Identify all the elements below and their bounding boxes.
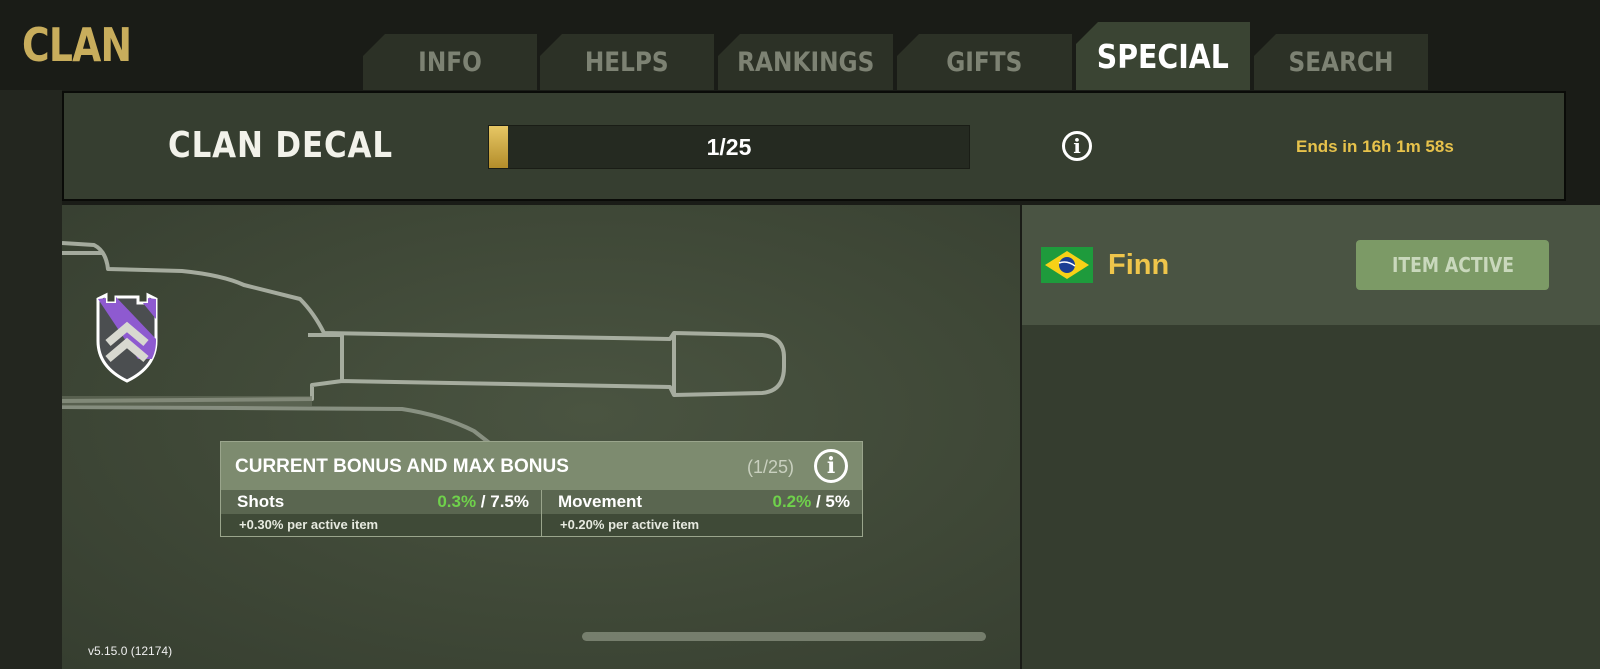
clan-screen: CLAN INFO HELPS RANKINGS GIFTS SPECIAL S… [0, 0, 1600, 669]
bonus-header: CURRENT BONUS AND MAX BONUS (1/25) i [221, 442, 862, 490]
tab-info-label: INFO [418, 46, 482, 78]
player-name: Finn [1108, 249, 1170, 281]
event-timer: Ends in 16h 1m 58s [1296, 137, 1454, 156]
item-active-button[interactable]: ITEM ACTIVE [1356, 240, 1549, 290]
tab-rankings-label: RANKINGS [736, 46, 875, 78]
bonus-movement-cell: Movement 0.2% / 5% +0.20% per active ite… [542, 490, 862, 536]
tab-search[interactable]: SEARCH [1254, 34, 1428, 90]
tab-search-label: SEARCH [1288, 46, 1394, 78]
bonus-max-value: 5% [825, 492, 850, 511]
tab-helps-label: HELPS [585, 46, 669, 78]
tank-outline-illustration [62, 241, 786, 447]
bonus-separator: / [476, 492, 491, 511]
tab-helps[interactable]: HELPS [540, 34, 714, 90]
bonus-stat-values: 0.3% / 7.5% [437, 492, 529, 512]
bonus-title: CURRENT BONUS AND MAX BONUS [235, 456, 569, 477]
list-item: Finn ITEM ACTIVE [1022, 205, 1600, 325]
bonus-current-value: 0.2% [772, 492, 812, 511]
info-icon[interactable]: i [814, 449, 848, 483]
tab-special[interactable]: SPECIAL [1076, 22, 1250, 90]
bonus-max-value: 7.5% [490, 492, 529, 511]
tab-rankings[interactable]: RANKINGS [718, 34, 893, 90]
bonus-row: Shots 0.3% / 7.5% [221, 490, 541, 514]
bonus-per-item: +0.30% per active item [239, 517, 379, 532]
bonus-shots-cell: Shots 0.3% / 7.5% +0.30% per active item [221, 490, 542, 536]
left-edge-strip [0, 90, 62, 669]
bonus-stat-label: Movement [558, 492, 643, 511]
tab-special-label: SPECIAL [1096, 36, 1230, 76]
bonus-stat-label: Shots [237, 492, 285, 511]
decal-progress-bar: 1/25 [488, 125, 970, 169]
decal-progress-text: 1/25 [706, 134, 752, 160]
bonus-stat-values: 0.2% / 5% [773, 492, 851, 512]
clan-decal-title: CLAN DECAL [168, 125, 393, 166]
clan-decal-emblem-icon [96, 292, 158, 383]
tank-preview-area [62, 205, 1020, 669]
player-list-panel: Finn ITEM ACTIVE [1022, 205, 1600, 669]
tab-info[interactable]: INFO [363, 34, 537, 90]
bonus-count: (1/25) [746, 457, 794, 477]
page-title: CLAN [22, 18, 132, 72]
item-active-label: ITEM ACTIVE [1391, 253, 1514, 277]
info-icon[interactable]: i [1062, 131, 1092, 161]
version-label: v5.15.0 (12174) [88, 644, 173, 658]
bonus-info-box: CURRENT BONUS AND MAX BONUS (1/25) i Sho… [220, 441, 863, 537]
bonus-row: Movement 0.2% / 5% [542, 490, 862, 514]
bonus-separator: / [811, 492, 826, 511]
bonus-current-value: 0.3% [437, 492, 477, 511]
brazil-flag-icon [1041, 247, 1093, 283]
tab-gifts[interactable]: GIFTS [897, 34, 1072, 90]
clan-decal-panel: CLAN DECAL 1/25 i Ends in 16h 1m 58s [62, 91, 1566, 201]
bonus-per-item: +0.20% per active item [560, 517, 700, 532]
tab-gifts-label: GIFTS [946, 46, 1023, 78]
scroll-handle[interactable] [582, 632, 986, 641]
